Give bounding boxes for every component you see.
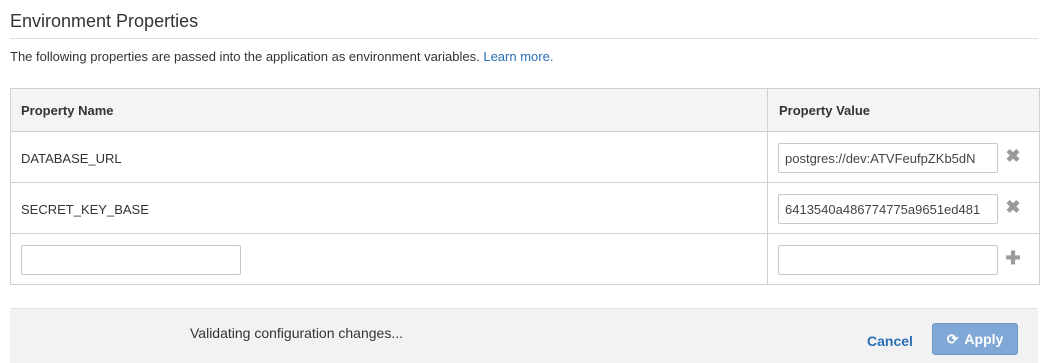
status-text: Validating configuration changes... [190, 325, 403, 341]
header-property-value: Property Value [779, 103, 871, 118]
new-property-value-input[interactable] [778, 245, 998, 275]
section-description: The following properties are passed into… [10, 49, 553, 64]
header-property-name: Property Name [21, 103, 114, 118]
property-name: SECRET_KEY_BASE [21, 202, 149, 217]
apply-button[interactable]: ⟳ Apply [932, 323, 1018, 355]
column-divider [767, 234, 768, 284]
description-text: The following properties are passed into… [10, 49, 480, 64]
title-divider [10, 38, 1038, 39]
table-header: Property Name Property Value [11, 89, 1039, 131]
remove-icon[interactable]: ✖ [1003, 197, 1023, 217]
remove-icon[interactable]: ✖ [1003, 146, 1023, 166]
table-row: SECRET_KEY_BASE ✖ [11, 182, 1039, 233]
new-property-name-input[interactable] [21, 245, 241, 275]
add-icon[interactable]: ✚ [1003, 248, 1023, 268]
column-divider [767, 183, 768, 233]
apply-label: Apply [964, 331, 1004, 347]
table-row: DATABASE_URL ✖ [11, 131, 1039, 182]
cancel-button[interactable]: Cancel [867, 333, 913, 349]
properties-table: Property Name Property Value DATABASE_UR… [10, 88, 1040, 285]
page-title: Environment Properties [10, 11, 199, 31]
column-divider [767, 89, 768, 131]
refresh-icon: ⟳ [946, 330, 959, 347]
footer-bar: Validating configuration changes... Canc… [10, 308, 1038, 363]
property-value-input[interactable] [778, 143, 998, 173]
learn-more-link[interactable]: Learn more. [483, 49, 553, 64]
new-property-row: ✚ [11, 233, 1039, 284]
property-value-input[interactable] [778, 194, 998, 224]
property-name: DATABASE_URL [21, 151, 122, 166]
column-divider [767, 132, 768, 182]
